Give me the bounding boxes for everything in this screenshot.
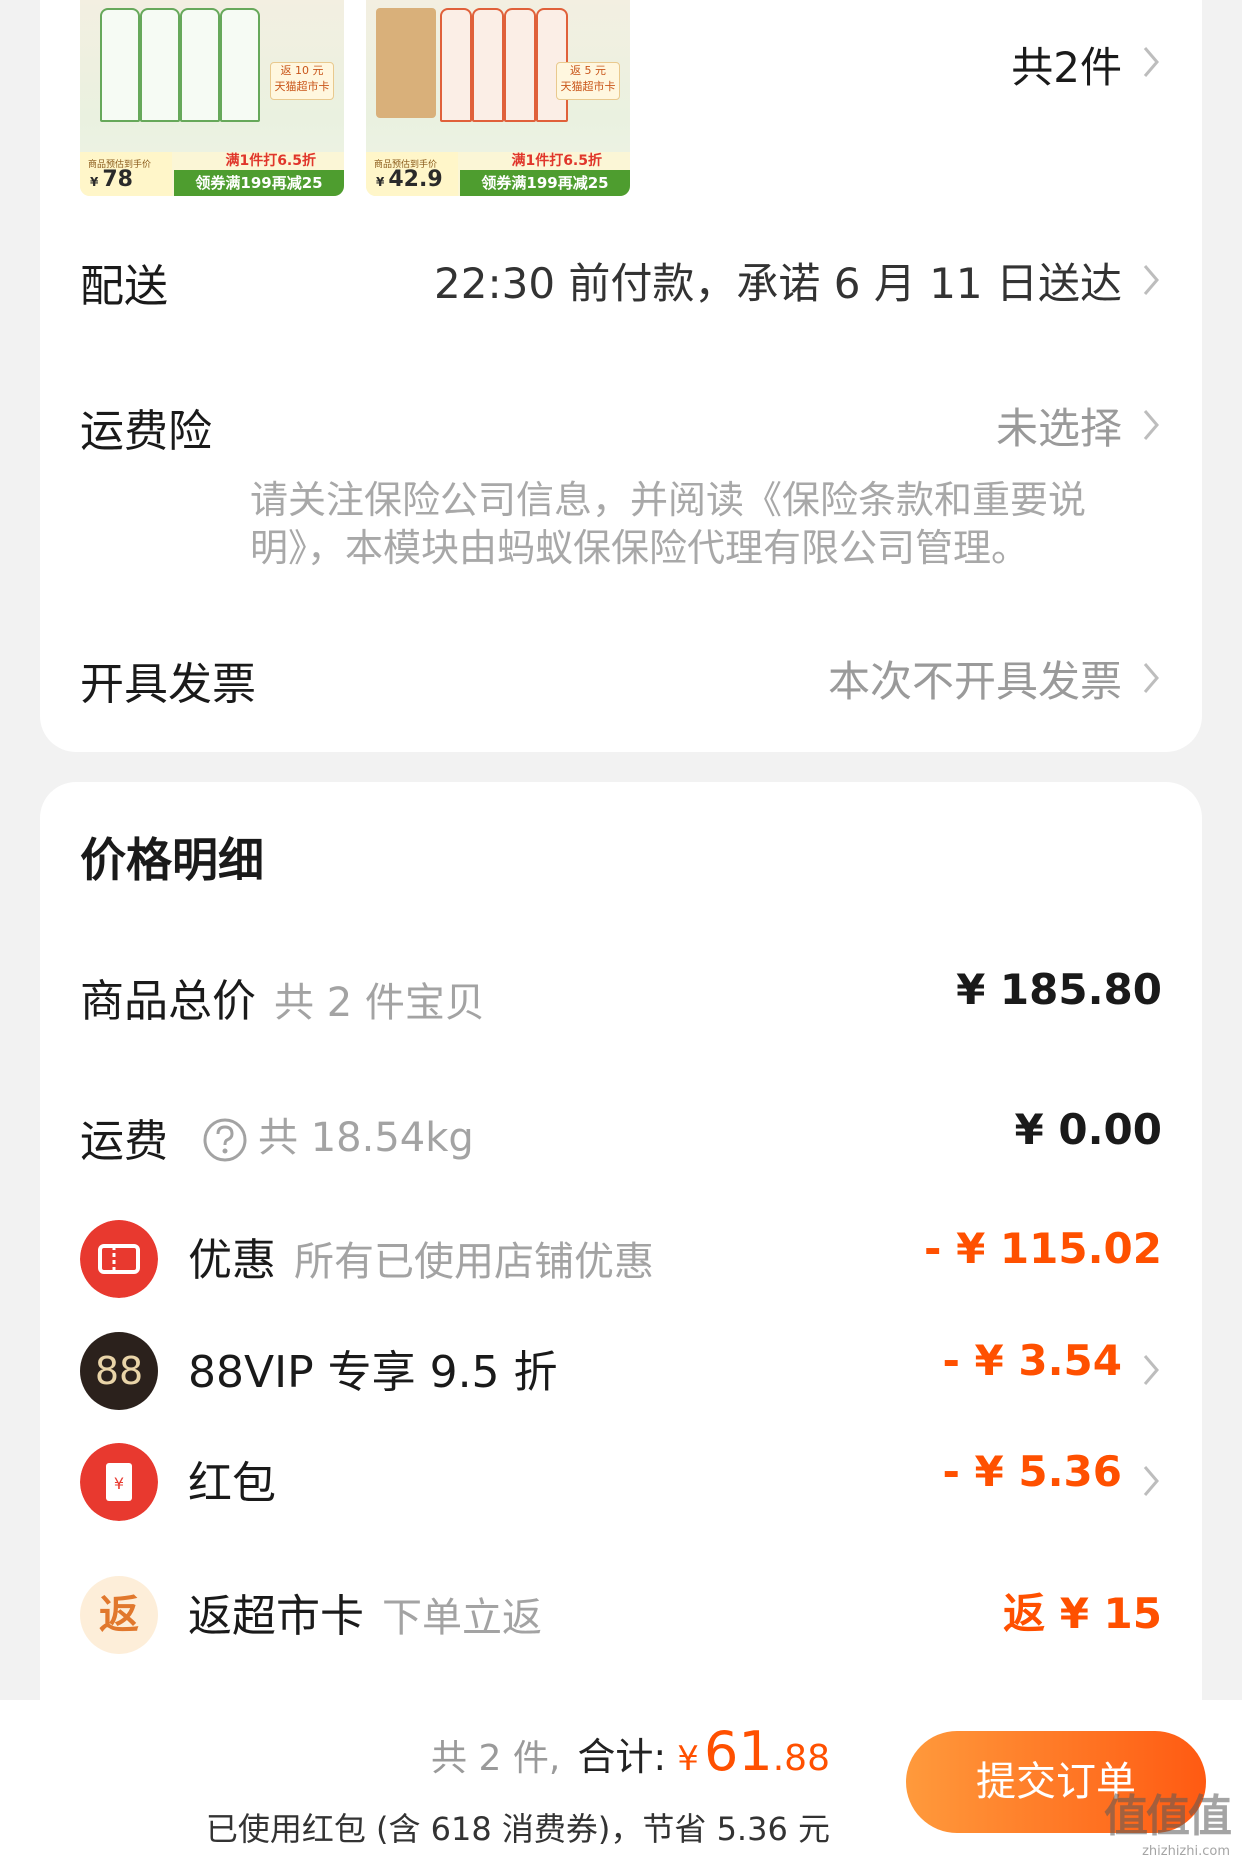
cleaner-bottle-image — [472, 8, 504, 122]
shipping-weight: 共 18.54kg — [258, 1115, 474, 1161]
total-label: 合计: — [577, 1735, 667, 1779]
detergent-bottle-image — [180, 8, 220, 122]
order-total: 共 2 件, 合计: ¥ 61.88 — [431, 1720, 830, 1783]
promo-discount: 满1件打6.5折 — [225, 153, 316, 169]
goods-total-value: ¥ 185.80 — [956, 965, 1162, 1014]
product-price: ¥78 — [90, 167, 133, 192]
shipping-fee-label: 运费 — [80, 1116, 168, 1167]
product-count: 共2件 — [1011, 43, 1122, 92]
shipping-insurance-label: 运费险 — [80, 406, 212, 457]
delivery-label: 配送 — [80, 261, 168, 312]
savings-note: 已使用红包 (含 618 消费券)，节省 5.36 元 — [205, 1810, 830, 1848]
help-icon[interactable] — [202, 1117, 248, 1163]
cashback-icon: 返 — [80, 1576, 158, 1654]
cashback-value: 返 ¥ 15 — [1003, 1589, 1162, 1638]
shipping-fee-row: 运费 共 18.54kg ¥ 0.00 — [80, 1105, 1162, 1185]
product-price: ¥42.9 — [376, 167, 443, 192]
carton-box-image — [376, 8, 436, 118]
delivery-value: 22:30 前付款，承诺 6 月 11 日送达 — [434, 259, 1122, 308]
total-count: 共 2 件, — [431, 1738, 561, 1779]
red-packet-label: 红包 — [188, 1458, 276, 1509]
detergent-bottle-image — [220, 8, 260, 122]
watermark: 值值值 zhizhizhi.com — [1104, 1780, 1232, 1859]
cleaner-bottle-image — [440, 8, 472, 122]
shipping-insurance-row[interactable]: 运费险 未选择 — [80, 395, 1162, 475]
promo-coupon: 领券满199再减25 — [174, 170, 344, 196]
shipping-insurance-value: 未选择 — [995, 404, 1122, 453]
chevron-right-icon — [1143, 265, 1159, 295]
order-info-card: 返 10 元天猫超市卡 商品预估到手价 ¥78 满1件打6.5折 领券满199再… — [40, 0, 1202, 752]
invoice-label: 开具发票 — [80, 659, 256, 710]
svg-text:¥: ¥ — [114, 1474, 124, 1493]
product-thumbnail[interactable]: 返 10 元天猫超市卡 商品预估到手价 ¥78 满1件打6.5折 领券满199再… — [80, 0, 344, 196]
discount-sub: 所有已使用店铺优惠 — [294, 1239, 654, 1285]
coupon-icon — [80, 1220, 158, 1298]
product-thumbnail[interactable]: 返 5 元天猫超市卡 商品预估到手价 ¥42.9 满1件打6.5折 领券满199… — [366, 0, 630, 196]
insurance-note: 请关注保险公司信息，并阅读《保险条款和重要说 明》，本模块由蚂蚁保保险代理有限公… — [250, 478, 1087, 570]
cashback-sub: 下单立返 — [382, 1595, 542, 1641]
shipping-fee-value: ¥ 0.00 — [1014, 1105, 1162, 1154]
chevron-right-icon — [1143, 47, 1159, 77]
discount-label: 优惠 — [188, 1235, 276, 1286]
detergent-bottle-image — [140, 8, 180, 122]
chevron-right-icon — [1143, 410, 1159, 440]
watermark-logo: 值值值 — [1104, 1791, 1232, 1842]
cashback-label: 返超市卡 — [188, 1591, 364, 1642]
cashback-tag: 返 5 元天猫超市卡 — [556, 62, 620, 100]
watermark-site: zhizhizhi.com — [1142, 1844, 1230, 1859]
detergent-bottle-image — [100, 8, 140, 122]
vip-discount-row[interactable]: 88 88VIP 专享 9.5 折 - ¥ 3.54 — [80, 1332, 1162, 1412]
total-currency: ¥ — [677, 1739, 699, 1779]
total-dec: .88 — [772, 1738, 830, 1779]
invoice-value: 本次不开具发票 — [827, 657, 1122, 706]
discount-row: 优惠 所有已使用店铺优惠 - ¥ 115.02 — [80, 1220, 1162, 1300]
chevron-right-icon — [1143, 663, 1159, 693]
red-packet-value: - ¥ 5.36 — [942, 1447, 1122, 1496]
cashback-row: 返 返超市卡 下单立返 返 ¥ 15 — [80, 1576, 1162, 1656]
promo-discount: 满1件打6.5折 — [511, 153, 602, 169]
vip-88-icon: 88 — [80, 1332, 158, 1410]
total-int: 61 — [704, 1720, 773, 1783]
goods-total-row: 商品总价共 2 件宝贝 ¥ 185.80 — [80, 965, 1162, 1045]
checkout-bar: 共 2 件, 合计: ¥ 61.88 已使用红包 (含 618 消费券)，节省 … — [0, 1700, 1242, 1863]
cleaner-bottle-image — [504, 8, 536, 122]
price-detail-title: 价格明细 — [80, 833, 264, 887]
cashback-tag: 返 10 元天猫超市卡 — [270, 62, 334, 100]
delivery-row[interactable]: 配送 22:30 前付款，承诺 6 月 11 日送达 — [80, 250, 1162, 330]
red-packet-row[interactable]: ¥ 红包 - ¥ 5.36 — [80, 1443, 1162, 1523]
goods-total-label: 商品总价 — [80, 976, 256, 1027]
vip-discount-label: 88VIP 专享 9.5 折 — [188, 1347, 558, 1398]
invoice-row[interactable]: 开具发票 本次不开具发票 — [80, 648, 1162, 728]
chevron-right-icon — [1143, 1466, 1159, 1496]
promo-coupon: 领券满199再减25 — [460, 170, 630, 196]
vip-discount-value: - ¥ 3.54 — [942, 1336, 1122, 1385]
product-count-link[interactable]: 共2件 — [962, 28, 1162, 100]
chevron-right-icon — [1143, 1355, 1159, 1385]
red-packet-icon: ¥ — [80, 1443, 158, 1521]
discount-value: - ¥ 115.02 — [924, 1224, 1162, 1273]
goods-total-sub: 共 2 件宝贝 — [274, 980, 485, 1026]
